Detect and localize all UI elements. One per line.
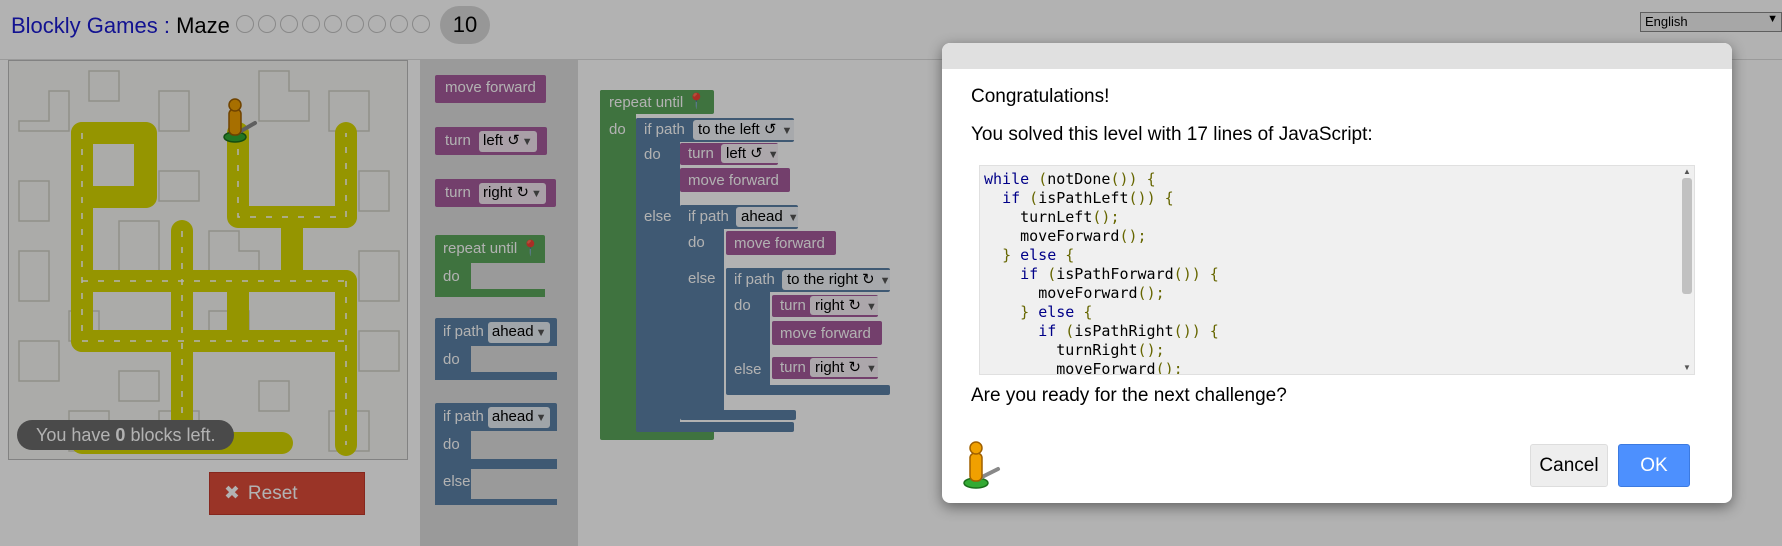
question-text: Are you ready for the next challenge?	[971, 385, 1287, 406]
scroll-thumb[interactable]	[1682, 178, 1692, 294]
code-display[interactable]: while (notDone()) { if (isPathLeft()) { …	[979, 165, 1695, 375]
code-line: } else {	[1002, 246, 1075, 264]
congratulations-dialog: Congratulations! You solved this level w…	[942, 43, 1732, 503]
scroll-down-icon[interactable]: ▼	[1682, 363, 1692, 373]
code-line: moveForward();	[1056, 360, 1183, 375]
code-line: if (isPathLeft()) {	[1002, 189, 1174, 207]
code-line: moveForward();	[1038, 284, 1165, 302]
code-line: turnLeft();	[1020, 208, 1120, 226]
code-line: moveForward();	[1020, 227, 1147, 245]
code-lines: while (notDone()) { if (isPathLeft()) { …	[984, 170, 1219, 375]
solved-text: You solved this level with 17 lines of J…	[971, 124, 1373, 145]
scroll-up-icon[interactable]: ▲	[1682, 167, 1692, 177]
dialog-header-bar[interactable]	[942, 43, 1732, 69]
code-line: } else {	[1020, 303, 1093, 321]
pegman-icon	[956, 439, 1004, 491]
congrats-text: Congratulations!	[971, 86, 1110, 107]
code-line: if (isPathForward()) {	[1020, 265, 1219, 283]
cancel-button[interactable]: Cancel	[1530, 444, 1608, 487]
code-line: while (notDone()) {	[984, 170, 1156, 188]
code-scrollbar[interactable]: ▲ ▼	[1680, 166, 1694, 374]
code-line: if (isPathRight()) {	[1038, 322, 1219, 340]
code-line: turnRight();	[1056, 341, 1165, 359]
ok-button[interactable]: OK	[1618, 444, 1690, 487]
